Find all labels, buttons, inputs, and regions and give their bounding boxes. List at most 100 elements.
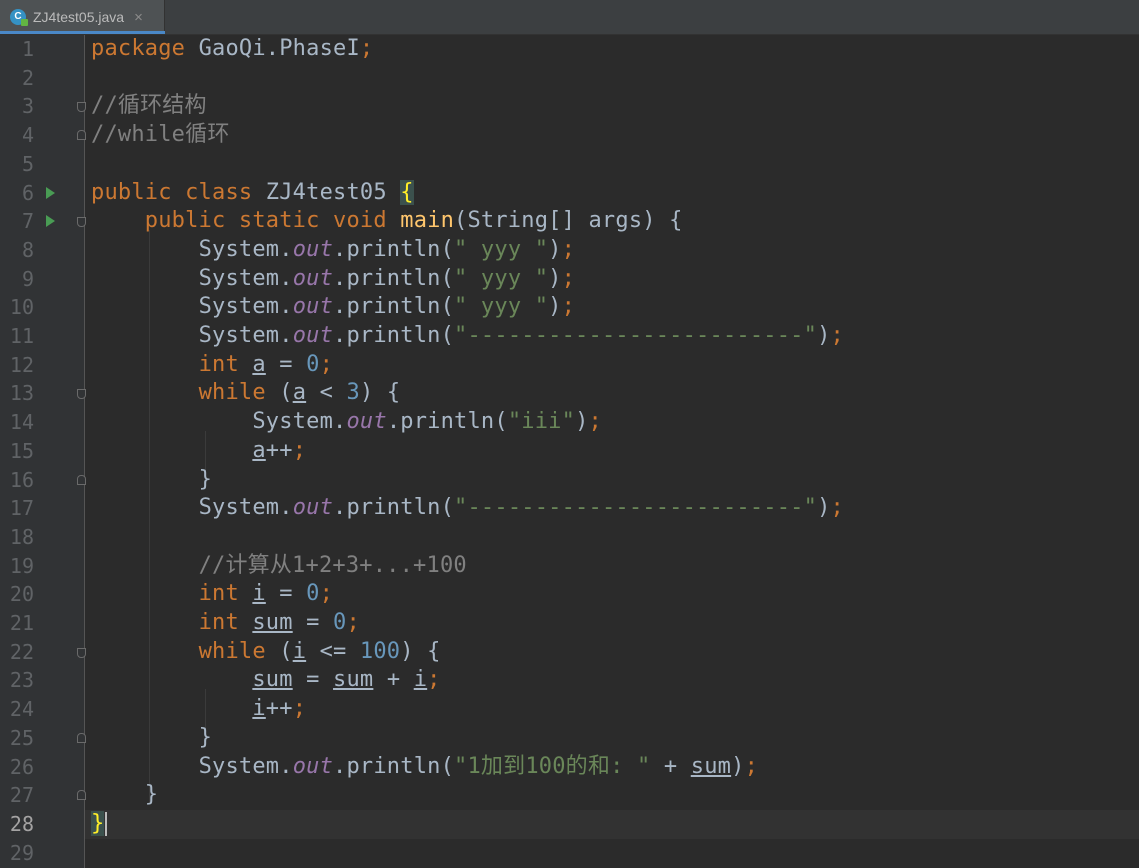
out-field: out	[346, 409, 387, 435]
code-line-28[interactable]: }	[85, 809, 1139, 839]
variable: i	[252, 696, 266, 722]
println-call: .println(	[333, 236, 455, 262]
println-call: .println(	[333, 265, 455, 291]
line-number[interactable]: 5	[0, 150, 34, 179]
semicolon: ;	[830, 323, 844, 348]
line-number[interactable]: 8	[0, 236, 34, 265]
line-number[interactable]: 17	[0, 494, 34, 523]
line-number[interactable]: 23	[0, 666, 34, 695]
keyword: int	[198, 581, 239, 607]
keyword: int	[198, 610, 239, 635]
keyword: package	[91, 36, 186, 61]
operator: +	[373, 667, 414, 693]
number-literal: 0	[333, 610, 347, 635]
number-literal: 3	[346, 380, 360, 406]
semicolon: ;	[292, 437, 307, 463]
system-ref: System.	[198, 753, 293, 779]
comment: //while循环	[91, 122, 230, 148]
variable: a	[252, 351, 266, 377]
operator: =	[265, 581, 307, 607]
code-line-8: System.out.println(" yyy ");	[85, 236, 1139, 265]
operator: =	[292, 610, 334, 635]
line-number[interactable]: 2	[0, 64, 34, 93]
line-number[interactable]: 27	[0, 781, 34, 810]
text-caret	[105, 811, 108, 836]
line-number[interactable]: 4	[0, 121, 34, 150]
semicolon: ;	[346, 610, 360, 635]
code-line-16: }	[85, 466, 1139, 495]
paren: ) {	[359, 380, 401, 406]
line-number[interactable]: 10	[0, 293, 34, 322]
code-line-19: //计算从1+2+3+...+100	[85, 552, 1139, 581]
variable: i	[252, 581, 266, 607]
keyword: public class	[91, 179, 253, 205]
variable: a	[252, 437, 266, 463]
brace: }	[198, 466, 213, 492]
println-call: .println(	[333, 323, 455, 348]
line-number[interactable]: 6	[0, 179, 34, 208]
code-editor[interactable]: 1 2 3 4 5 6 7 8 9 10 11 12 13 14 15 16 17 18 19 20 21 22 23 24 2…	[0, 35, 1139, 868]
out-field: out	[292, 265, 334, 291]
line-number[interactable]: 11	[0, 322, 34, 351]
line-number[interactable]: 25	[0, 724, 34, 753]
keyword: while	[198, 638, 266, 664]
tab-zj4test05[interactable]: C ZJ4test05.java ×	[0, 0, 165, 34]
line-number[interactable]: 15	[0, 437, 34, 466]
brace: }	[144, 782, 159, 808]
operator: <=	[306, 638, 360, 664]
paren: (	[265, 380, 293, 406]
line-number[interactable]: 28	[0, 810, 34, 839]
system-ref: System.	[198, 294, 293, 320]
semicolon: ;	[292, 696, 307, 722]
code-line-1: package GaoQi.PhaseI;	[85, 35, 1139, 64]
semicolon: ;	[830, 495, 844, 521]
out-field: out	[292, 236, 334, 262]
variable: sum	[252, 610, 293, 635]
operator: ++	[265, 696, 293, 722]
matched-brace: {	[400, 179, 414, 205]
semicolon: ;	[319, 581, 334, 607]
line-number[interactable]: 26	[0, 753, 34, 782]
system-ref: System.	[198, 495, 293, 521]
line-number[interactable]: 9	[0, 265, 34, 294]
paren: )	[731, 753, 745, 779]
line-number[interactable]: 1	[0, 35, 34, 64]
paren: )	[548, 265, 562, 291]
line-number[interactable]: 21	[0, 609, 34, 638]
code-line-4: //while循环	[85, 121, 1139, 150]
line-number[interactable]: 3	[0, 92, 34, 121]
system-ref: System.	[252, 409, 347, 435]
line-number[interactable]: 13	[0, 379, 34, 408]
brace: }	[198, 724, 213, 750]
variable: a	[292, 380, 307, 406]
code-line-27: }	[85, 781, 1139, 810]
out-field: out	[292, 495, 334, 521]
code-line-3: //循环结构	[85, 92, 1139, 121]
semicolon: ;	[588, 409, 602, 435]
line-number[interactable]: 19	[0, 552, 34, 581]
line-number[interactable]: 29	[0, 839, 34, 868]
line-number[interactable]: 12	[0, 351, 34, 380]
code-line-15: a++;	[85, 437, 1139, 466]
system-ref: System.	[198, 265, 293, 291]
close-icon[interactable]: ×	[134, 9, 143, 26]
line-number[interactable]: 7	[0, 207, 34, 236]
operator: +	[650, 753, 691, 779]
run-icon[interactable]	[46, 186, 55, 199]
line-number[interactable]: 24	[0, 695, 34, 724]
println-call: .println(	[333, 753, 455, 779]
keyword: while	[198, 380, 266, 406]
line-number[interactable]: 18	[0, 523, 34, 552]
variable: i	[292, 638, 307, 664]
out-field: out	[292, 753, 334, 779]
line-number[interactable]: 16	[0, 466, 34, 495]
line-number[interactable]: 22	[0, 638, 34, 667]
run-icon[interactable]	[46, 215, 55, 228]
operator: =	[292, 667, 334, 693]
line-number[interactable]: 20	[0, 580, 34, 609]
line-number[interactable]: 14	[0, 408, 34, 437]
semicolon: ;	[561, 265, 576, 291]
code-line-25: }	[85, 724, 1139, 753]
code-area[interactable]: package GaoQi.PhaseI; //循环结构 //while循环 p…	[85, 35, 1139, 868]
semicolon: ;	[561, 294, 576, 320]
